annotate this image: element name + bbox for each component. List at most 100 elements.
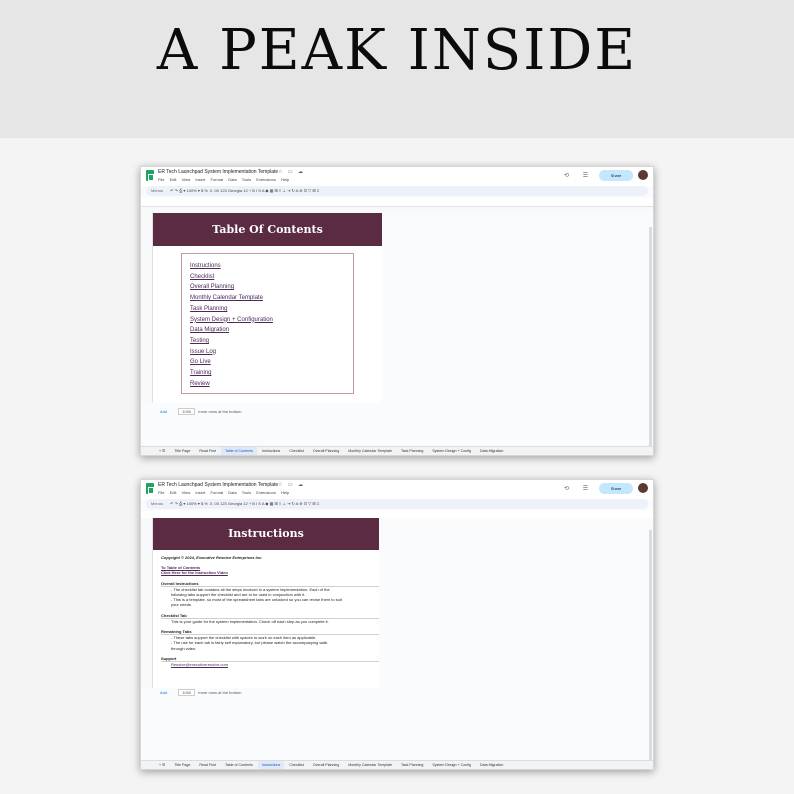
menu-format[interactable]: Format [210, 177, 223, 182]
sheet-grid: Table Of Contents Instructions Checklist… [141, 213, 653, 448]
add-sheet-button[interactable]: + ☰ [155, 447, 169, 455]
add-rows-count[interactable]: 1000 [178, 408, 196, 415]
title-bar: ER Tech Launchpad System Implementation … [141, 167, 653, 186]
add-sheet-button[interactable]: + ☰ [155, 761, 169, 769]
menu-edit[interactable]: Edit [170, 177, 177, 182]
menu-extensions[interactable]: Extensions [256, 490, 276, 495]
zoom-select[interactable]: 100% [187, 501, 197, 506]
support-email-link[interactable]: Resolve@executiveresolve.com [161, 662, 379, 667]
toc-link-testing[interactable]: Testing [190, 336, 353, 347]
avatar[interactable] [638, 483, 648, 493]
menu-file[interactable]: File [158, 490, 164, 495]
menu-help[interactable]: Help [281, 177, 289, 182]
star-move-cloud-icons[interactable]: ☆ ▭ ☁ [278, 169, 305, 175]
menu-bar: File Edit View Insert Format Data Tools … [158, 490, 293, 495]
toc-link-system-design[interactable]: System Design + Configuration [190, 315, 353, 326]
menus-search[interactable]: Menus [151, 501, 163, 506]
toc-list: Instructions Checklist Overall Planning … [181, 253, 354, 394]
format-icons[interactable]: ▾ $ % .0 .00 123 [198, 501, 228, 506]
toc-link-review[interactable]: Review [190, 379, 353, 390]
toc-header: Table Of Contents [153, 213, 382, 246]
sheet-tab-bar: + ☰ Title Page Read First Table of Conte… [141, 760, 653, 769]
menu-data[interactable]: Data [228, 490, 236, 495]
tab-title-page[interactable]: Title Page [170, 761, 194, 769]
toc-link-data-migration[interactable]: Data Migration [190, 325, 353, 336]
sheet-grid: Instructions Copyright © 2024, Executive… [141, 518, 653, 761]
font-size-input[interactable]: 12 [243, 188, 247, 193]
text-format-icons[interactable]: + B I S A ◆ ▦ ⊞ ≡ ⊥ ⇥ ↻ A ⊕ ⊡ ▽ ⊞ Σ [249, 188, 319, 193]
tab-read-first[interactable]: Read First [195, 447, 220, 455]
toc-link-training[interactable]: Training [190, 368, 353, 379]
spreadsheet-window-toc: ER Tech Launchpad System Implementation … [140, 166, 654, 456]
tab-system-design[interactable]: System Design + Config [428, 761, 475, 769]
vertical-scrollbar[interactable] [649, 227, 652, 447]
vertical-scrollbar[interactable] [649, 530, 652, 760]
menus-search[interactable]: Menus [151, 188, 163, 193]
star-move-cloud-icons[interactable]: ☆ ▭ ☁ [278, 482, 305, 488]
tab-instructions[interactable]: Instructions [258, 447, 284, 455]
menu-tools[interactable]: Tools [242, 490, 251, 495]
font-select[interactable]: Georgia [228, 188, 242, 193]
sheets-logo-icon[interactable] [146, 170, 154, 181]
document-title[interactable]: ER Tech Launchpad System Implementation … [158, 482, 278, 488]
format-icons[interactable]: ▾ $ % .0 .00 123 [198, 188, 228, 193]
tab-data-migration[interactable]: Data Migration [476, 447, 507, 455]
add-rows-label: more rows at the bottom [198, 409, 242, 414]
avatar[interactable] [638, 170, 648, 180]
menu-insert[interactable]: Insert [195, 177, 205, 182]
toc-link-task-planning[interactable]: Task Planning [190, 304, 353, 315]
tab-table-of-contents[interactable]: Table of Contents [221, 761, 257, 769]
tab-checklist[interactable]: Checklist [285, 761, 308, 769]
tab-instructions[interactable]: Instructions [257, 761, 285, 769]
menu-data[interactable]: Data [228, 177, 236, 182]
menu-view[interactable]: View [182, 177, 191, 182]
formula-bar[interactable] [141, 198, 653, 207]
tab-monthly-calendar[interactable]: Monthly Calendar Template [344, 761, 396, 769]
sheets-logo-icon[interactable] [146, 483, 154, 494]
toc-link-instructions[interactable]: Instructions [190, 261, 353, 272]
tab-table-of-contents[interactable]: Table of Contents [220, 447, 257, 455]
row-numbers [141, 213, 153, 403]
menu-help[interactable]: Help [281, 490, 289, 495]
menu-view[interactable]: View [182, 490, 191, 495]
add-rows-label: more rows at the bottom [198, 690, 242, 695]
menu-insert[interactable]: Insert [195, 490, 205, 495]
menu-bar: File Edit View Insert Format Data Tools … [158, 177, 293, 182]
title-bar: ER Tech Launchpad System Implementation … [141, 480, 653, 499]
tab-overall-planning[interactable]: Overall Planning [309, 761, 343, 769]
spreadsheet-window-instructions: ER Tech Launchpad System Implementation … [140, 479, 654, 770]
toc-link-issue-log[interactable]: Issue Log [190, 347, 353, 358]
toc-link-go-live[interactable]: Go Live [190, 357, 353, 368]
share-button[interactable]: Share [599, 483, 633, 494]
zoom-select[interactable]: 100% [187, 188, 197, 193]
text-format-icons[interactable]: + B I S A ◆ ▦ ⊞ ≡ ⊥ ⇥ ↻ A ⊕ ⊡ ▽ ⊞ Σ [249, 501, 319, 506]
menu-file[interactable]: File [158, 177, 164, 182]
toolbar: Menus ↶ ↷ ⎙ ▾ 100% ▾ $ % .0 .00 123 Geor… [146, 499, 648, 509]
tab-task-planning[interactable]: Task Planning [397, 447, 427, 455]
menu-extensions[interactable]: Extensions [256, 177, 276, 182]
tab-monthly-calendar[interactable]: Monthly Calendar Template [344, 447, 396, 455]
tab-system-design[interactable]: System Design + Config [428, 447, 475, 455]
tab-checklist[interactable]: Checklist [285, 447, 308, 455]
tab-data-migration[interactable]: Data Migration [476, 761, 507, 769]
toc-link-overall-planning[interactable]: Overall Planning [190, 282, 353, 293]
tab-overall-planning[interactable]: Overall Planning [309, 447, 343, 455]
tab-task-planning[interactable]: Task Planning [397, 761, 427, 769]
add-rows-button[interactable]: Add [160, 690, 167, 695]
tab-read-first[interactable]: Read First [195, 761, 220, 769]
add-rows-button[interactable]: Add [160, 409, 167, 414]
menu-tools[interactable]: Tools [242, 177, 251, 182]
font-size-input[interactable]: 12 [243, 501, 247, 506]
add-rows-control: Add 1000 more rows at the bottom [160, 689, 242, 696]
share-button[interactable]: Share [599, 170, 633, 181]
undo-redo-print-icons[interactable]: ↶ ↷ ⎙ ▾ [170, 501, 186, 506]
toc-link-monthly-calendar[interactable]: Monthly Calendar Template [190, 293, 353, 304]
menu-edit[interactable]: Edit [170, 490, 177, 495]
font-select[interactable]: Georgia [228, 501, 242, 506]
add-rows-count[interactable]: 1000 [178, 689, 196, 696]
toc-link-checklist[interactable]: Checklist [190, 272, 353, 283]
undo-redo-print-icons[interactable]: ↶ ↷ ⎙ ▾ [170, 188, 186, 193]
menu-format[interactable]: Format [210, 490, 223, 495]
document-title[interactable]: ER Tech Launchpad System Implementation … [158, 169, 278, 175]
tab-title-page[interactable]: Title Page [170, 447, 194, 455]
